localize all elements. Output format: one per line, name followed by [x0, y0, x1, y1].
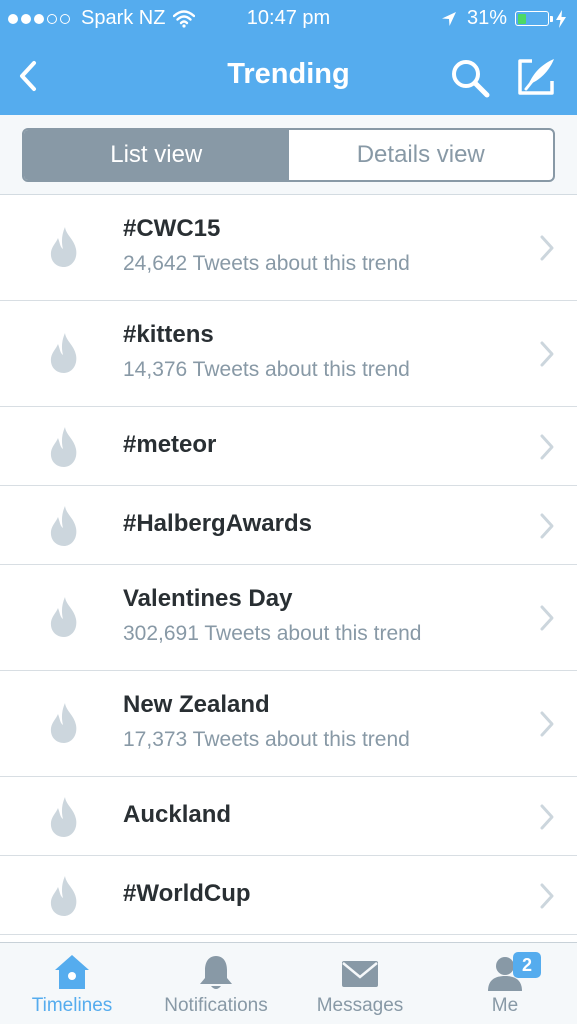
- trend-name: #HalbergAwards: [123, 510, 312, 537]
- flame-icon: [50, 506, 77, 546]
- trend-tweet-count: 24,642 Tweets about this trend: [123, 252, 410, 275]
- trend-row[interactable]: #WorldCup: [0, 856, 577, 935]
- flame-icon: [50, 876, 77, 916]
- trend-tweet-count: 14,376 Tweets about this trend: [123, 358, 410, 381]
- header: Spark NZ 10:47 pm 31% Trending: [0, 0, 577, 115]
- trend-name: #meteor: [123, 431, 217, 458]
- flame-icon: [50, 597, 77, 637]
- tab-notifications[interactable]: Notifications: [153, 943, 279, 1025]
- details-view-button[interactable]: Details view: [289, 130, 554, 180]
- location-arrow-icon: [441, 11, 456, 26]
- battery-icon: [515, 11, 553, 26]
- trend-row[interactable]: Auckland: [0, 777, 577, 856]
- trend-name: Valentines Day: [123, 585, 293, 612]
- nav-bar: Trending: [0, 40, 577, 115]
- search-icon: [452, 60, 490, 98]
- trend-name: New Zealand: [123, 691, 270, 718]
- me-notification-badge: 2: [513, 952, 541, 978]
- envelope-icon: [342, 961, 378, 987]
- status-right: 31%: [441, 7, 567, 30]
- trend-name: #kittens: [123, 321, 214, 348]
- chevron-right-icon: [540, 883, 554, 909]
- trend-tweet-count: 17,373 Tweets about this trend: [123, 728, 410, 751]
- search-button[interactable]: [448, 56, 492, 100]
- compose-icon: [518, 59, 554, 95]
- battery-percent: 31%: [466, 7, 507, 29]
- tab-messages[interactable]: Messages: [306, 943, 414, 1025]
- chevron-right-icon: [540, 235, 554, 261]
- charging-bolt-icon: [556, 9, 566, 28]
- tab-timelines[interactable]: Timelines: [18, 943, 126, 1025]
- trend-row[interactable]: New Zealand 17,373 Tweets about this tre…: [0, 671, 577, 777]
- flame-icon: [50, 227, 77, 267]
- chevron-right-icon: [540, 711, 554, 737]
- chevron-right-icon: [540, 804, 554, 830]
- compose-button[interactable]: [514, 55, 558, 99]
- trend-name: #WorldCup: [123, 880, 251, 907]
- chevron-right-icon: [540, 434, 554, 460]
- chevron-right-icon: [540, 341, 554, 367]
- trend-row[interactable]: #kittens 14,376 Tweets about this trend: [0, 301, 577, 407]
- trend-list: #CWC15 24,642 Tweets about this trend #k…: [0, 195, 577, 935]
- flame-icon: [50, 333, 77, 373]
- tab-label: Me: [491, 995, 519, 1016]
- view-segmented-control: List view Details view: [22, 128, 555, 182]
- flame-icon: [50, 703, 77, 743]
- bell-icon: [200, 956, 232, 989]
- trend-row[interactable]: Valentines Day 302,691 Tweets about this…: [0, 565, 577, 671]
- trend-row[interactable]: #meteor: [0, 407, 577, 486]
- trend-name: #CWC15: [123, 215, 221, 242]
- chevron-right-icon: [540, 513, 554, 539]
- view-toggle-bar: List view Details view: [0, 115, 577, 195]
- tab-label: Notifications: [164, 995, 268, 1016]
- flame-icon: [50, 797, 77, 837]
- flame-icon: [50, 427, 77, 467]
- status-bar: Spark NZ 10:47 pm 31%: [0, 0, 577, 40]
- trend-tweet-count: 302,691 Tweets about this trend: [123, 622, 422, 645]
- trend-name: Auckland: [123, 801, 232, 828]
- battery-level: [517, 13, 527, 24]
- tab-label: Messages: [316, 995, 404, 1016]
- tab-bar: Timelines Notifications Messages Me: [0, 942, 577, 1024]
- trend-row[interactable]: #CWC15 24,642 Tweets about this trend: [0, 195, 577, 301]
- home-icon: [55, 955, 89, 989]
- chevron-right-icon: [540, 605, 554, 631]
- trend-row[interactable]: #HalbergAwards: [0, 486, 577, 565]
- battery-tip: [550, 16, 553, 22]
- list-view-button[interactable]: List view: [24, 130, 289, 180]
- tab-label: Timelines: [31, 995, 113, 1016]
